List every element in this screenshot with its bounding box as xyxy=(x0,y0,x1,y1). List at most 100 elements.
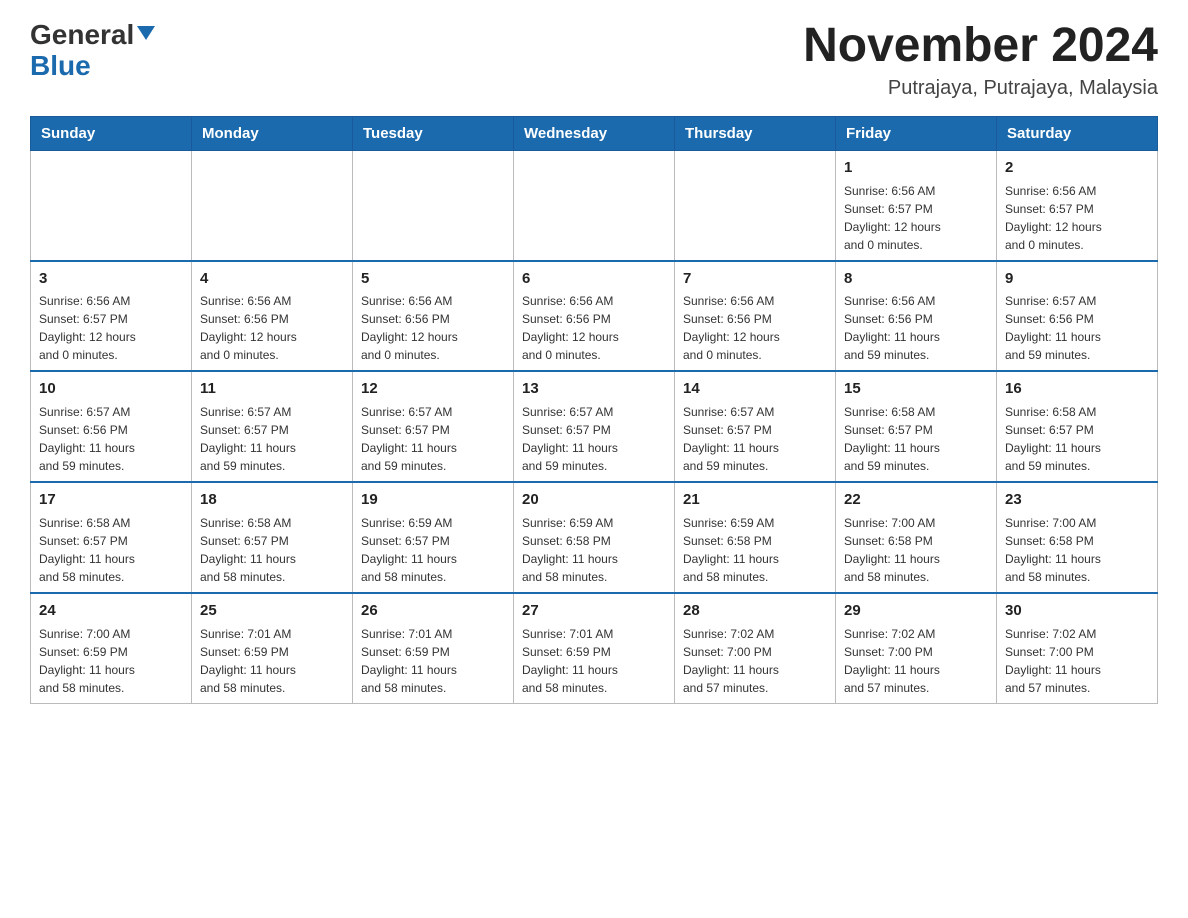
day-info: Sunrise: 6:58 AM Sunset: 6:57 PM Dayligh… xyxy=(1005,403,1149,475)
day-number: 21 xyxy=(683,489,827,511)
calendar-day-cell: 25 Sunrise: 7:01 AM Sunset: 6:59 PM Dayli… xyxy=(192,593,353,703)
calendar-header-saturday: Saturday xyxy=(997,116,1158,150)
day-number: 27 xyxy=(522,600,666,622)
calendar-day-cell: 6Sunrise: 6:56 AM Sunset: 6:56 PM Daylig… xyxy=(514,261,675,372)
day-info: Sunrise: 7:00 AM Sunset: 6:58 PM Dayligh… xyxy=(844,514,988,586)
day-info: Sunrise: 6:56 AM Sunset: 6:57 PM Dayligh… xyxy=(844,182,988,254)
calendar-week-row: 1 Sunrise: 6:56 AM Sunset: 6:57 PM Daylig… xyxy=(31,150,1158,260)
day-info: Sunrise: 6:56 AM Sunset: 6:57 PM Dayligh… xyxy=(1005,182,1149,254)
calendar-header-row: SundayMondayTuesdayWednesdayThursdayFrid… xyxy=(31,116,1158,150)
day-number: 6 xyxy=(522,268,666,290)
calendar-day-cell: 4Sunrise: 6:56 AM Sunset: 6:56 PM Daylig… xyxy=(192,261,353,372)
calendar-day-cell: 3Sunrise: 6:56 AM Sunset: 6:57 PM Daylig… xyxy=(31,261,192,372)
logo-arrow-icon xyxy=(137,26,155,40)
day-info: Sunrise: 6:58 AM Sunset: 6:57 PM Dayligh… xyxy=(200,514,344,586)
day-info: Sunrise: 6:56 AM Sunset: 6:56 PM Dayligh… xyxy=(361,292,505,364)
day-number: 10 xyxy=(39,378,183,400)
calendar-day-cell: 24 Sunrise: 7:00 AM Sunset: 6:59 PM Dayli… xyxy=(31,593,192,703)
calendar-week-row: 10 Sunrise: 6:57 AM Sunset: 6:56 PM Dayli… xyxy=(31,371,1158,482)
calendar-day-cell: 23Sunrise: 7:00 AM Sunset: 6:58 PM Dayli… xyxy=(997,482,1158,593)
logo-blue-text: Blue xyxy=(30,51,91,82)
day-number: 15 xyxy=(844,378,988,400)
calendar-day-cell xyxy=(353,150,514,260)
calendar-day-cell: 15 Sunrise: 6:58 AM Sunset: 6:57 PM Dayli… xyxy=(836,371,997,482)
day-number: 26 xyxy=(361,600,505,622)
day-info: Sunrise: 6:59 AM Sunset: 6:58 PM Dayligh… xyxy=(522,514,666,586)
calendar-day-cell: 8Sunrise: 6:56 AM Sunset: 6:56 PM Daylig… xyxy=(836,261,997,372)
day-info: Sunrise: 6:57 AM Sunset: 6:56 PM Dayligh… xyxy=(39,403,183,475)
day-number: 24 xyxy=(39,600,183,622)
calendar-header-monday: Monday xyxy=(192,116,353,150)
day-info: Sunrise: 6:56 AM Sunset: 6:56 PM Dayligh… xyxy=(683,292,827,364)
day-number: 4 xyxy=(200,268,344,290)
day-number: 3 xyxy=(39,268,183,290)
calendar-week-row: 3Sunrise: 6:56 AM Sunset: 6:57 PM Daylig… xyxy=(31,261,1158,372)
day-info: Sunrise: 7:01 AM Sunset: 6:59 PM Dayligh… xyxy=(361,625,505,697)
location-text: Putrajaya, Putrajaya, Malaysia xyxy=(803,77,1158,100)
calendar-day-cell: 29 Sunrise: 7:02 AM Sunset: 7:00 PM Dayli… xyxy=(836,593,997,703)
calendar-header-friday: Friday xyxy=(836,116,997,150)
day-number: 13 xyxy=(522,378,666,400)
calendar-day-cell: 9Sunrise: 6:57 AM Sunset: 6:56 PM Daylig… xyxy=(997,261,1158,372)
day-number: 28 xyxy=(683,600,827,622)
day-number: 11 xyxy=(200,378,344,400)
day-number: 25 xyxy=(200,600,344,622)
day-number: 12 xyxy=(361,378,505,400)
logo: General Blue xyxy=(30,20,155,82)
page-header: General Blue November 2024 Putrajaya, Pu… xyxy=(30,20,1158,100)
calendar-header-tuesday: Tuesday xyxy=(353,116,514,150)
day-number: 19 xyxy=(361,489,505,511)
day-number: 23 xyxy=(1005,489,1149,511)
calendar-day-cell: 20Sunrise: 6:59 AM Sunset: 6:58 PM Dayli… xyxy=(514,482,675,593)
calendar-day-cell: 14 Sunrise: 6:57 AM Sunset: 6:57 PM Dayli… xyxy=(675,371,836,482)
day-number: 2 xyxy=(1005,157,1149,179)
calendar-day-cell: 7Sunrise: 6:56 AM Sunset: 6:56 PM Daylig… xyxy=(675,261,836,372)
day-info: Sunrise: 6:56 AM Sunset: 6:56 PM Dayligh… xyxy=(522,292,666,364)
calendar-week-row: 17Sunrise: 6:58 AM Sunset: 6:57 PM Dayli… xyxy=(31,482,1158,593)
day-info: Sunrise: 7:02 AM Sunset: 7:00 PM Dayligh… xyxy=(1005,625,1149,697)
day-number: 1 xyxy=(844,157,988,179)
day-number: 22 xyxy=(844,489,988,511)
calendar-day-cell: 26 Sunrise: 7:01 AM Sunset: 6:59 PM Dayli… xyxy=(353,593,514,703)
calendar-day-cell: 17Sunrise: 6:58 AM Sunset: 6:57 PM Dayli… xyxy=(31,482,192,593)
calendar-header-wednesday: Wednesday xyxy=(514,116,675,150)
day-number: 9 xyxy=(1005,268,1149,290)
day-number: 30 xyxy=(1005,600,1149,622)
calendar-day-cell: 11 Sunrise: 6:57 AM Sunset: 6:57 PM Dayli… xyxy=(192,371,353,482)
calendar-day-cell: 12Sunrise: 6:57 AM Sunset: 6:57 PM Dayli… xyxy=(353,371,514,482)
calendar-header-thursday: Thursday xyxy=(675,116,836,150)
day-info: Sunrise: 6:56 AM Sunset: 6:57 PM Dayligh… xyxy=(39,292,183,364)
day-number: 8 xyxy=(844,268,988,290)
calendar-day-cell: 13 Sunrise: 6:57 AM Sunset: 6:57 PM Dayli… xyxy=(514,371,675,482)
title-block: November 2024 Putrajaya, Putrajaya, Mala… xyxy=(803,20,1158,100)
calendar-day-cell: 18 Sunrise: 6:58 AM Sunset: 6:57 PM Dayli… xyxy=(192,482,353,593)
day-info: Sunrise: 6:58 AM Sunset: 6:57 PM Dayligh… xyxy=(844,403,988,475)
day-info: Sunrise: 7:02 AM Sunset: 7:00 PM Dayligh… xyxy=(844,625,988,697)
day-info: Sunrise: 6:56 AM Sunset: 6:56 PM Dayligh… xyxy=(844,292,988,364)
day-info: Sunrise: 7:00 AM Sunset: 6:59 PM Dayligh… xyxy=(39,625,183,697)
calendar-day-cell: 5Sunrise: 6:56 AM Sunset: 6:56 PM Daylig… xyxy=(353,261,514,372)
calendar-table: SundayMondayTuesdayWednesdayThursdayFrid… xyxy=(30,116,1158,704)
calendar-day-cell xyxy=(675,150,836,260)
day-info: Sunrise: 7:01 AM Sunset: 6:59 PM Dayligh… xyxy=(522,625,666,697)
calendar-day-cell: 16 Sunrise: 6:58 AM Sunset: 6:57 PM Dayli… xyxy=(997,371,1158,482)
day-number: 29 xyxy=(844,600,988,622)
calendar-week-row: 24 Sunrise: 7:00 AM Sunset: 6:59 PM Dayli… xyxy=(31,593,1158,703)
day-info: Sunrise: 6:59 AM Sunset: 6:57 PM Dayligh… xyxy=(361,514,505,586)
calendar-day-cell xyxy=(514,150,675,260)
calendar-day-cell: 22 Sunrise: 7:00 AM Sunset: 6:58 PM Dayli… xyxy=(836,482,997,593)
logo-general-text: General xyxy=(30,20,134,51)
calendar-day-cell: 2 Sunrise: 6:56 AM Sunset: 6:57 PM Daylig… xyxy=(997,150,1158,260)
day-info: Sunrise: 6:56 AM Sunset: 6:56 PM Dayligh… xyxy=(200,292,344,364)
calendar-day-cell xyxy=(31,150,192,260)
day-number: 18 xyxy=(200,489,344,511)
day-info: Sunrise: 6:57 AM Sunset: 6:57 PM Dayligh… xyxy=(683,403,827,475)
day-number: 14 xyxy=(683,378,827,400)
day-number: 16 xyxy=(1005,378,1149,400)
calendar-day-cell xyxy=(192,150,353,260)
day-info: Sunrise: 6:57 AM Sunset: 6:57 PM Dayligh… xyxy=(522,403,666,475)
calendar-day-cell: 1 Sunrise: 6:56 AM Sunset: 6:57 PM Daylig… xyxy=(836,150,997,260)
day-info: Sunrise: 7:01 AM Sunset: 6:59 PM Dayligh… xyxy=(200,625,344,697)
day-info: Sunrise: 6:57 AM Sunset: 6:57 PM Dayligh… xyxy=(200,403,344,475)
day-info: Sunrise: 6:59 AM Sunset: 6:58 PM Dayligh… xyxy=(683,514,827,586)
